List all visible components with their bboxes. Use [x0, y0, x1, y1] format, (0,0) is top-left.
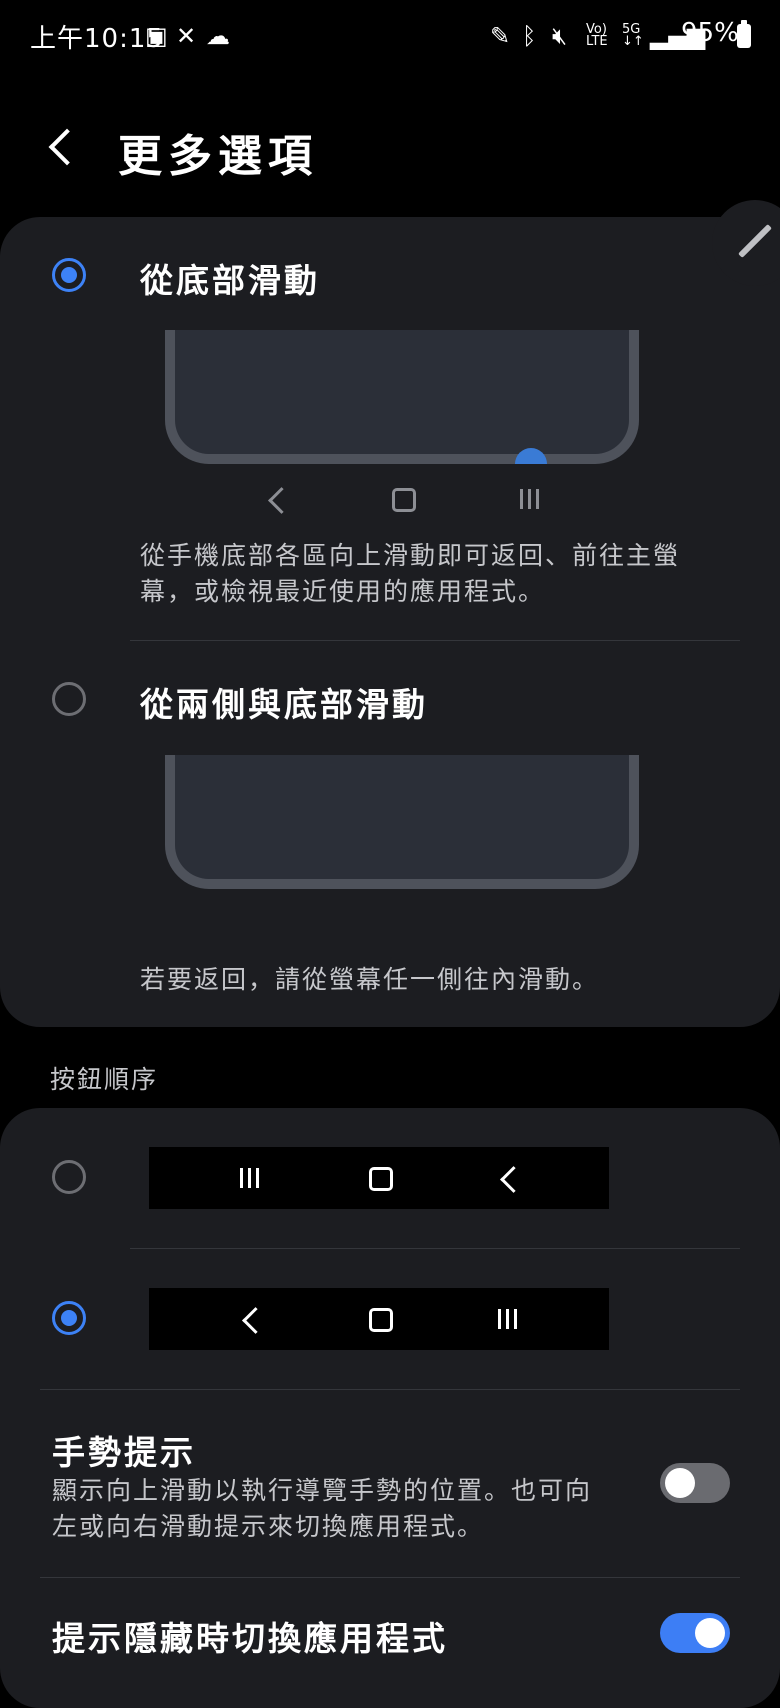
gesture-hint-title[interactable]: 手勢提示 — [52, 1426, 196, 1474]
switch-apps-hidden-title[interactable]: 提示隱藏時切換應用程式 — [52, 1612, 448, 1660]
x-icon: ✕ — [176, 22, 197, 50]
home-nav-icon — [369, 1308, 393, 1332]
pen-icon: ✎ — [490, 22, 511, 50]
home-nav-icon — [392, 488, 416, 512]
status-bar: 上午10:15 ▣ ✕ ☁ ✎ ᛒ 🔇︎ Vo) LTE 5G ↓↑ ▂▄▆ 95% — [0, 0, 780, 70]
recents-nav-icon — [240, 1168, 260, 1188]
option-label-swipe-from-bottom[interactable]: 從底部滑動 — [140, 254, 320, 302]
radio-swipe-from-sides-and-bottom[interactable] — [52, 682, 86, 716]
bluetooth-icon: ᛒ — [522, 22, 537, 50]
recents-nav-icon — [498, 1309, 518, 1329]
back-nav-icon — [242, 1307, 269, 1334]
radio-button-order-back-home-recents[interactable] — [52, 1301, 86, 1335]
option-description-swipe-from-bottom: 從手機底部各區向上滑動即可返回、前往主螢幕，或檢視最近使用的應用程式。 — [140, 541, 681, 606]
battery-icon — [737, 20, 751, 48]
button-order-header: 按鈕順序 — [50, 1065, 159, 1094]
switch-apps-hidden-toggle[interactable] — [660, 1613, 730, 1653]
mute-icon: 🔇︎ — [552, 22, 568, 50]
divider — [40, 1389, 740, 1390]
gallery-icon: ▣ — [145, 22, 168, 50]
divider — [130, 640, 740, 641]
recents-nav-icon — [520, 489, 540, 509]
volte-icon: Vo) LTE — [586, 22, 608, 49]
home-nav-icon — [369, 1167, 393, 1191]
toggle-knob — [665, 1468, 695, 1498]
option-description-swipe-from-sides-and-bottom: 若要返回，請從螢幕任一側往內滑動。 — [140, 965, 600, 994]
gesture-hint-toggle[interactable] — [660, 1463, 730, 1503]
battery-percent: 95% — [681, 18, 739, 48]
option-label-swipe-from-sides-and-bottom[interactable]: 從兩側與底部滑動 — [140, 678, 428, 726]
swipe-from-bottom-illustration — [165, 330, 639, 464]
status-time: 上午10:15 — [30, 24, 164, 54]
back-nav-icon — [500, 1166, 527, 1193]
radio-swipe-from-bottom[interactable] — [52, 258, 86, 292]
back-arrow-icon — [48, 128, 86, 166]
gesture-hint-description: 顯示向上滑動以執行導覽手勢的位置。也可向左或向右滑動提示來切換應用程式。 — [52, 1476, 593, 1541]
5g-icon: 5G ↓↑ — [622, 22, 644, 49]
divider — [130, 1248, 740, 1249]
toggle-knob — [695, 1618, 725, 1648]
back-button[interactable] — [40, 120, 90, 184]
divider — [40, 1577, 740, 1578]
cloud-sync-icon: ☁ — [206, 22, 230, 50]
swipe-from-sides-illustration — [165, 755, 639, 889]
pencil-icon — [738, 224, 772, 258]
radio-button-order-recents-home-back[interactable] — [52, 1160, 86, 1194]
button-order-preview-2[interactable] — [149, 1288, 609, 1350]
button-order-preview-1[interactable] — [149, 1147, 609, 1209]
page-title: 更多選項 — [118, 131, 318, 182]
